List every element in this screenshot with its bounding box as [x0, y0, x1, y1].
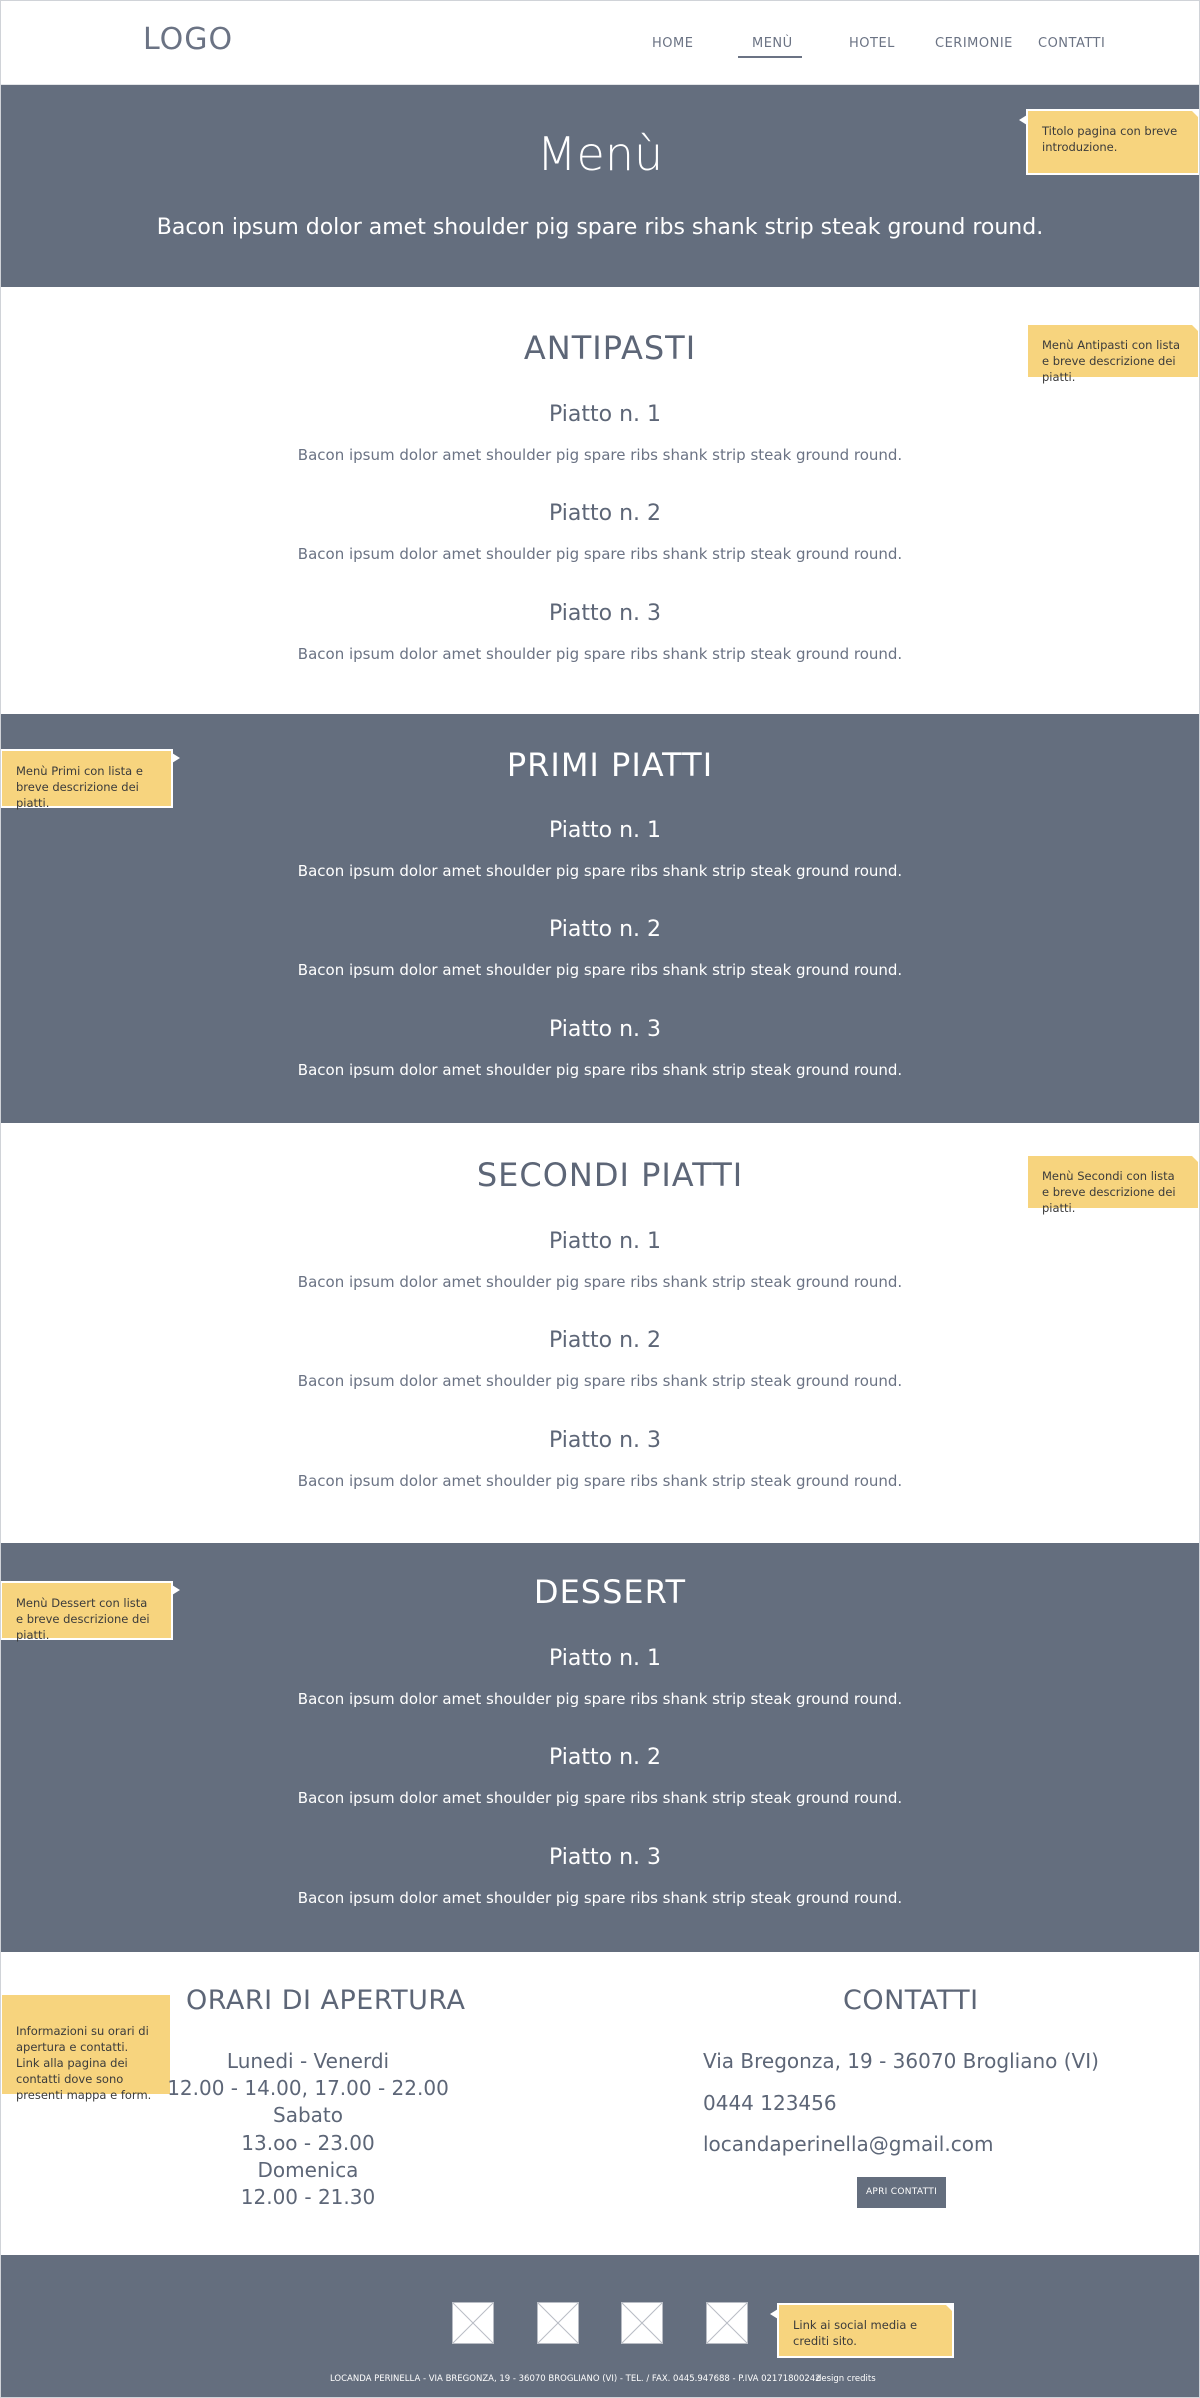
nav-home[interactable]: HOME [652, 36, 693, 51]
dish-name: Piatto n. 1 [548, 402, 661, 427]
dish-name: Piatto n. 3 [548, 1845, 661, 1870]
dish-description: Bacon ipsum dolor amet shoulder pig spar… [297, 1372, 903, 1390]
contacts-title: CONTATTI [843, 1985, 979, 2016]
nav-cerimonie[interactable]: CERIMONIE [935, 36, 1013, 51]
dish-name: Piatto n. 1 [548, 1229, 661, 1254]
dish-description: Bacon ipsum dolor amet shoulder pig spar… [297, 1273, 903, 1291]
annotation-note-secondi: Menù Secondi con lista e breve descrizio… [1019, 1154, 1200, 1215]
dish-description: Bacon ipsum dolor amet shoulder pig spar… [297, 1889, 903, 1907]
section-secondi: SECONDI PIATTI Piatto n. 1 Bacon ipsum d… [0, 1123, 1200, 1543]
open-contacts-button[interactable]: APRI CONTATTI [857, 2177, 946, 2208]
social-icon[interactable] [621, 2302, 663, 2344]
dish-name: Piatto n. 1 [548, 818, 661, 843]
social-icon[interactable] [452, 2302, 494, 2344]
hours-line: 13.oo - 23.00 [241, 2131, 375, 2155]
nav-contatti[interactable]: CONTATTI [1038, 36, 1105, 51]
section-title: DESSERT [533, 1573, 687, 1611]
page-intro: Bacon ipsum dolor amet shoulder pig spar… [156, 215, 1044, 240]
annotation-note-primi: Menù Primi con lista e breve descrizione… [0, 749, 180, 810]
dish-name: Piatto n. 3 [548, 1428, 661, 1453]
dish-name: Piatto n. 2 [548, 1745, 661, 1770]
social-icon[interactable] [706, 2302, 748, 2344]
dish-name: Piatto n. 2 [548, 501, 661, 526]
footer-legal: LOCANDA PERINELLA - VIA BREGONZA, 19 - 3… [330, 2374, 821, 2384]
page-title: Menù [536, 127, 664, 181]
annotation-text: Menù Antipasti con lista e breve descriz… [1042, 338, 1181, 384]
site-header: LOGO HOME MENÙ HOTEL CERIMONIE CONTATTI [0, 0, 1200, 85]
contact-phone[interactable]: 0444 123456 [703, 2091, 837, 2115]
dish-name: Piatto n. 3 [548, 601, 661, 626]
annotation-text: Link ai social media e crediti sito. [793, 2318, 918, 2348]
annotation-text: Menù Primi con lista e breve descrizione… [16, 764, 143, 810]
hours-line: 12.00 - 14.00, 17.00 - 22.00 [167, 2076, 449, 2100]
footer-credits[interactable]: design credits [816, 2374, 876, 2384]
nav-active-indicator [738, 56, 802, 58]
dish-name: Piatto n. 2 [548, 1328, 661, 1353]
annotation-note-antipasti: Menù Antipasti con lista e breve descriz… [1019, 323, 1200, 384]
dish-name: Piatto n. 2 [548, 917, 661, 942]
dish-description: Bacon ipsum dolor amet shoulder pig spar… [297, 1472, 903, 1490]
section-primi: PRIMI PIATTI Piatto n. 1 Bacon ipsum dol… [0, 714, 1200, 1123]
annotation-note-title: Titolo pagina con breve introduzione. [1019, 109, 1200, 175]
section-dessert: DESSERT Piatto n. 1 Bacon ipsum dolor am… [0, 1543, 1200, 1952]
social-icon[interactable] [537, 2302, 579, 2344]
annotation-note-info: Informazioni su orari di apertura e cont… [0, 1993, 172, 2102]
hours-line: Domenica [257, 2158, 359, 2182]
hours-line: Sabato [273, 2103, 343, 2127]
dish-description: Bacon ipsum dolor amet shoulder pig spar… [297, 545, 903, 563]
dish-description: Bacon ipsum dolor amet shoulder pig spar… [297, 1690, 903, 1708]
contact-email[interactable]: locandaperinella@gmail.com [703, 2132, 993, 2156]
dish-description: Bacon ipsum dolor amet shoulder pig spar… [297, 1061, 903, 1079]
section-antipasti: ANTIPASTI Piatto n. 1 Bacon ipsum dolor … [0, 287, 1200, 714]
hours-line: 12.00 - 21.30 [240, 2185, 376, 2209]
annotation-text: Menù Secondi con lista e breve descrizio… [1042, 1169, 1176, 1215]
nav-hotel[interactable]: HOTEL [849, 36, 895, 51]
nav-menu[interactable]: MENÙ [752, 36, 793, 51]
hours-title: ORARI DI APERTURA [186, 1985, 466, 2016]
section-title: PRIMI PIATTI [506, 746, 714, 784]
annotation-text: Menù Dessert con lista e breve descrizio… [16, 1596, 150, 1642]
logo[interactable]: LOGO [143, 22, 233, 57]
dish-description: Bacon ipsum dolor amet shoulder pig spar… [297, 1789, 903, 1807]
contact-address: Via Bregonza, 19 - 36070 Brogliano (VI) [703, 2049, 1099, 2073]
dish-name: Piatto n. 1 [548, 1646, 661, 1671]
annotation-note-footer: Link ai social media e crediti sito. [770, 2303, 954, 2358]
annotation-text: Titolo pagina con breve introduzione. [1042, 124, 1178, 154]
annotation-text: Informazioni su orari di apertura e cont… [16, 2024, 152, 2102]
annotation-note-dessert: Menù Dessert con lista e breve descrizio… [0, 1581, 180, 1642]
hours-line: Lunedi - Venerdi [226, 2049, 390, 2073]
dish-description: Bacon ipsum dolor amet shoulder pig spar… [297, 862, 903, 880]
dish-description: Bacon ipsum dolor amet shoulder pig spar… [297, 645, 903, 663]
dish-description: Bacon ipsum dolor amet shoulder pig spar… [297, 446, 903, 464]
dish-name: Piatto n. 3 [548, 1017, 661, 1042]
dish-description: Bacon ipsum dolor amet shoulder pig spar… [297, 961, 903, 979]
